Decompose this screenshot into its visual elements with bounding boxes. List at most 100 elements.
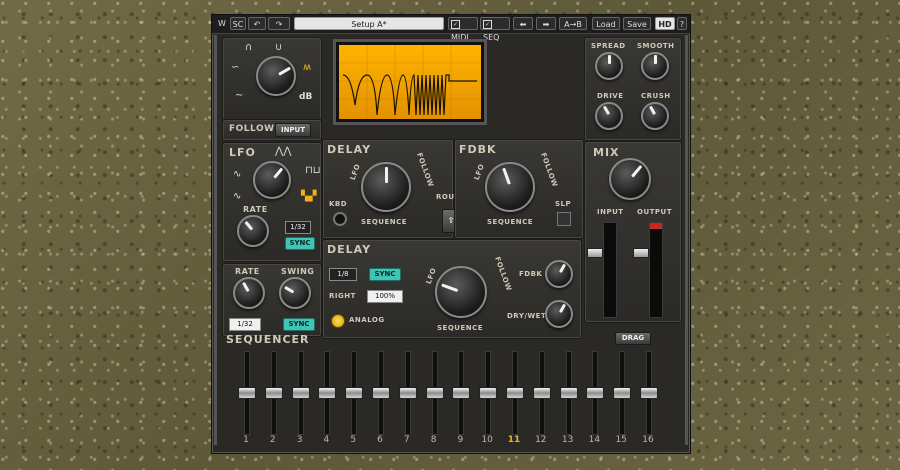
delay-mod-follow-label: FOLLOW [415, 151, 435, 189]
sequencer-step-fader[interactable] [291, 387, 310, 399]
delay-time-value[interactable]: 1/8 [329, 268, 357, 281]
comb-icon: ʍ [303, 62, 312, 73]
sequencer-step-fader[interactable] [506, 387, 524, 399]
mix-panel: MIX INPUT OUTPUT [584, 141, 682, 323]
right-rail [685, 35, 688, 445]
sequencer-step-fader[interactable] [613, 387, 632, 399]
sequencer-step-fader[interactable] [318, 387, 337, 399]
spread-knob[interactable] [595, 52, 623, 80]
slp-label: SLP [555, 200, 572, 208]
preset-display[interactable]: Setup A* [294, 17, 444, 30]
sequencer-step-number: 5 [350, 435, 357, 445]
help-button[interactable]: ? [677, 17, 687, 30]
sequencer-step-number: 15 [615, 435, 627, 445]
filter-panel: ∩ ∪ ∽ ʍ ∼ dB [222, 37, 322, 121]
drywet-label: DRY/WET [507, 312, 547, 320]
save-button[interactable]: Save [623, 17, 651, 30]
midi-checkbox[interactable]: ✓ MIDI [448, 17, 478, 42]
sequencer-step-number: 16 [642, 435, 654, 445]
fdbk-mod-knob[interactable] [485, 162, 535, 212]
sequencer-title: SEQUENCER [226, 333, 310, 346]
undo-icon[interactable]: ↶ [248, 17, 266, 30]
plugin-window: W SC ↶ ↷ Setup A* ✓ MIDI ✓ SEQ ⬅ ➡ A→B L… [211, 14, 691, 454]
saw-icon: ⋀⋀ [275, 146, 292, 157]
load-button[interactable]: Load [592, 17, 620, 30]
sequencer-step-number: 3 [296, 435, 303, 445]
sequencer-step-fader[interactable] [425, 387, 444, 399]
lfo-rate-value[interactable]: 1/32 [285, 221, 311, 234]
crush-label: CRUSH [641, 92, 671, 100]
seq-rate-knob[interactable] [233, 277, 265, 309]
sidechain-button[interactable]: SC [230, 17, 246, 30]
filter-type-knob[interactable] [256, 56, 296, 96]
analog-toggle[interactable] [331, 314, 345, 328]
sequencer-step-fader[interactable] [238, 387, 256, 399]
input-button[interactable]: INPUT [275, 123, 311, 137]
delay-sync-button[interactable]: SYNC [369, 268, 401, 281]
lfo-title: LFO [229, 146, 256, 159]
delay-mod-sequence-label: SEQUENCE [361, 218, 408, 226]
sequencer-step-fader[interactable] [532, 387, 551, 399]
triangle-icon: ∿ [233, 191, 242, 202]
sequencer-step-number: 6 [377, 435, 383, 445]
slp-toggle[interactable] [557, 212, 571, 226]
sequencer-step-fader[interactable] [345, 387, 364, 399]
crush-knob[interactable] [641, 102, 669, 130]
sequencer-step-number: 9 [457, 435, 464, 445]
delay-time-knob[interactable] [435, 266, 487, 318]
seq-rate-value[interactable]: 1/32 [229, 318, 261, 331]
smooth-label: SMOOTH [637, 42, 675, 50]
input-gain-fader[interactable] [587, 248, 603, 258]
swing-knob[interactable] [279, 277, 311, 309]
sine-icon: ∿ [233, 169, 242, 180]
kbd-toggle[interactable] [333, 212, 347, 226]
arrow-left-icon[interactable]: ⬅ [513, 17, 533, 30]
delay-panel: DELAY 1/8 SYNC RIGHT 100% ANALOG LFO FOL… [322, 239, 582, 339]
sequencer-step-fader[interactable] [264, 387, 283, 399]
redo-icon[interactable]: ↷ [268, 17, 290, 30]
lfo-rate-knob[interactable] [237, 215, 269, 247]
sequencer-step-number: 13 [561, 435, 574, 445]
square-icon: ⊓⊔ [305, 165, 321, 176]
fdbk-mod-title: FDBK [459, 143, 497, 156]
drywet-knob[interactable] [545, 300, 573, 328]
kbd-label: KBD [329, 200, 348, 208]
seq-checkbox[interactable]: ✓ SEQ [480, 17, 510, 42]
output-gain-fader[interactable] [633, 248, 649, 258]
sequencer-step-fader[interactable] [398, 387, 417, 399]
delay-mod-lfo-label: LFO [348, 162, 362, 182]
output-clip-indicator [650, 223, 662, 229]
seq-sync-button[interactable]: SYNC [283, 318, 315, 331]
right-label: RIGHT [329, 292, 356, 300]
seq-label: SEQ [483, 33, 500, 42]
right-value-select[interactable]: 100% [367, 290, 403, 303]
lfo-sync-button[interactable]: SYNC [285, 237, 315, 250]
mix-knob[interactable] [609, 158, 651, 200]
sequencer-step-fader[interactable] [586, 387, 605, 399]
checkbox-icon: ✓ [483, 20, 492, 29]
swing-panel: RATE SWING 1/32 SYNC [222, 263, 322, 337]
drag-button[interactable]: DRAG [615, 332, 651, 345]
fdbk-knob[interactable] [545, 260, 573, 288]
swing-label: SWING [281, 267, 315, 276]
hd-button[interactable]: HD [655, 17, 675, 30]
smooth-knob[interactable] [641, 52, 669, 80]
lfo-rate-label: RATE [243, 205, 268, 214]
sequencer-area: 1 2 3 4 5 6 7 8 9 10 11 12 13 14 15 16 [232, 349, 672, 449]
ab-compare-button[interactable]: A→B [559, 17, 587, 30]
sequencer-step-fader[interactable] [559, 387, 578, 399]
sequencer-step-fader[interactable] [479, 387, 498, 399]
delay-mod-title: DELAY [327, 143, 372, 156]
sequencer-step-fader[interactable] [452, 387, 471, 399]
delay-mod-knob[interactable] [361, 162, 411, 212]
mix-title: MIX [593, 146, 620, 159]
sequencer-step-fader[interactable] [640, 387, 658, 399]
arrow-right-icon[interactable]: ➡ [536, 17, 556, 30]
spread-label: SPREAD [591, 42, 626, 50]
checkbox-icon: ✓ [451, 20, 460, 29]
filter-response-graph [339, 45, 481, 119]
drive-knob[interactable] [595, 102, 623, 130]
sequencer-step-fader[interactable] [372, 387, 390, 399]
sequencer-step-number: 12 [535, 435, 547, 445]
lfo-shape-knob[interactable] [253, 161, 291, 199]
